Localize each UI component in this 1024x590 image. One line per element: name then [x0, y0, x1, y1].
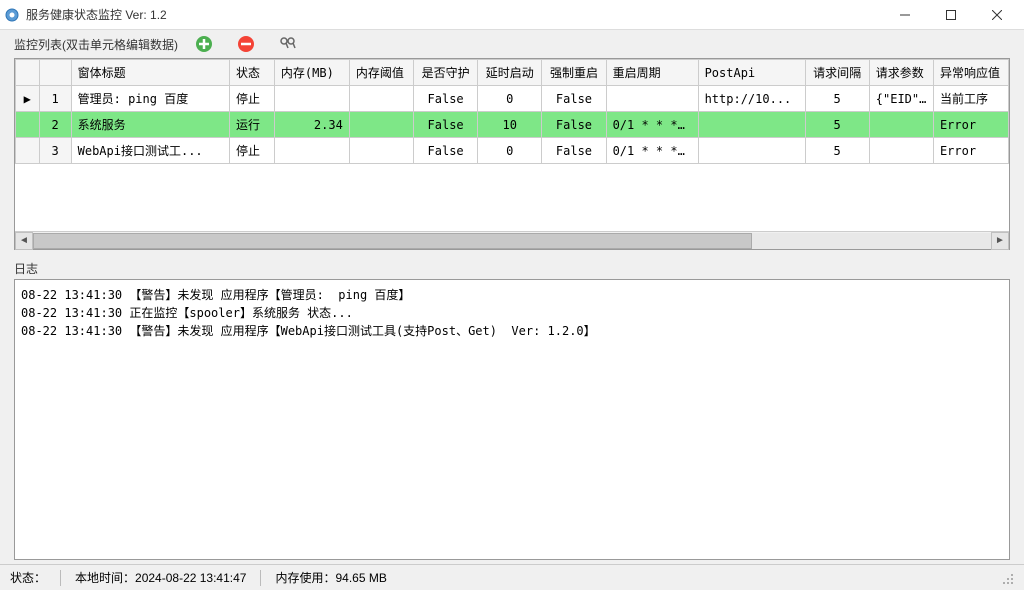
resize-grip[interactable]: [1000, 571, 1014, 585]
local-time: 本地时间：2024-08-22 13:41:47: [75, 569, 246, 586]
cell-post_api[interactable]: [698, 112, 805, 138]
cell-force_restart[interactable]: False: [542, 112, 606, 138]
cell-force_restart[interactable]: False: [542, 138, 606, 164]
cell-delay_start[interactable]: 0: [478, 138, 542, 164]
app-icon: [4, 7, 20, 23]
column-is-guard[interactable]: 是否守护: [414, 60, 478, 86]
close-button[interactable]: [974, 0, 1020, 30]
cell-post_api[interactable]: http://10...: [698, 86, 805, 112]
cell-memory[interactable]: 2.34: [274, 112, 349, 138]
cell-delay_start[interactable]: 10: [478, 112, 542, 138]
log-label: 日志: [14, 258, 1010, 279]
toolbar: 监控列表(双击单元格编辑数据): [0, 30, 1024, 56]
table-row[interactable]: ▶1管理员: ping 百度停止 False0False http://10...5…: [16, 86, 1009, 112]
column-err-response[interactable]: 异常响应值: [933, 60, 1008, 86]
search-button[interactable]: [278, 34, 298, 54]
cell-req_params[interactable]: {"EID"...: [869, 86, 933, 112]
cell-status[interactable]: 运行: [229, 112, 274, 138]
cell-status[interactable]: 停止: [229, 138, 274, 164]
column-memory[interactable]: 内存(MB): [274, 60, 349, 86]
cell-post_api[interactable]: [698, 138, 805, 164]
statusbar-separator: [260, 570, 261, 586]
minimize-button[interactable]: [882, 0, 928, 30]
scroll-right-arrow[interactable]: ►: [991, 232, 1009, 250]
cell-restart_cycle[interactable]: 0/1 * * * *: [606, 112, 698, 138]
row-indicator[interactable]: [16, 138, 40, 164]
column-window-title[interactable]: 窗体标题: [71, 60, 229, 86]
scroll-left-arrow[interactable]: ◄: [15, 232, 33, 250]
column-status[interactable]: 状态: [229, 60, 274, 86]
cell-restart_cycle[interactable]: 0/1 * * * *: [606, 138, 698, 164]
table-row[interactable]: 3WebApi接口测试工...停止False0False0/1 * * * *5…: [16, 138, 1009, 164]
add-button[interactable]: [194, 34, 214, 54]
cell-req_params[interactable]: [869, 138, 933, 164]
cell-req_interval[interactable]: 5: [805, 138, 869, 164]
log-textarea[interactable]: 08-22 13:41:30 【警告】未发现 应用程序【管理员: ping 百度…: [14, 279, 1010, 560]
monitor-table-container: 窗体标题 状态 内存(MB) 内存阈值 是否守护 延时启动 强制重启 重启周期 …: [14, 58, 1010, 250]
cell-req_interval[interactable]: 5: [805, 86, 869, 112]
cell-num[interactable]: 2: [39, 112, 71, 138]
cell-memory[interactable]: [274, 138, 349, 164]
column-indicator: [16, 60, 40, 86]
cell-memory_threshold[interactable]: [349, 86, 413, 112]
cell-memory_threshold[interactable]: [349, 112, 413, 138]
titlebar: 服务健康状态监控 Ver: 1.2: [0, 0, 1024, 30]
column-restart-cycle[interactable]: 重启周期: [606, 60, 698, 86]
statusbar: 状态： 本地时间：2024-08-22 13:41:47 内存使用：94.65 …: [0, 564, 1024, 590]
cell-err_response[interactable]: Error: [933, 112, 1008, 138]
cell-is_guard[interactable]: False: [414, 138, 478, 164]
cell-delay_start[interactable]: 0: [478, 86, 542, 112]
cell-num[interactable]: 3: [39, 138, 71, 164]
cell-status[interactable]: 停止: [229, 86, 274, 112]
cell-req_params[interactable]: [869, 112, 933, 138]
table-header-row: 窗体标题 状态 内存(MB) 内存阈值 是否守护 延时启动 强制重启 重启周期 …: [16, 60, 1009, 86]
cell-num[interactable]: 1: [39, 86, 71, 112]
cell-restart_cycle[interactable]: [606, 86, 698, 112]
cell-is_guard[interactable]: False: [414, 112, 478, 138]
window-title: 服务健康状态监控 Ver: 1.2: [26, 6, 882, 23]
column-req-params[interactable]: 请求参数: [869, 60, 933, 86]
cell-memory[interactable]: [274, 86, 349, 112]
cell-window_title[interactable]: 管理员: ping 百度: [71, 86, 229, 112]
cell-window_title[interactable]: 系统服务: [71, 112, 229, 138]
scroll-thumb[interactable]: [33, 233, 752, 249]
horizontal-scrollbar[interactable]: ◄ ►: [15, 231, 1009, 249]
cell-is_guard[interactable]: False: [414, 86, 478, 112]
statusbar-separator: [60, 570, 61, 586]
cell-err_response[interactable]: 当前工序: [933, 86, 1008, 112]
cell-window_title[interactable]: WebApi接口测试工...: [71, 138, 229, 164]
memory-usage: 内存使用：94.65 MB: [275, 569, 386, 586]
column-delay-start[interactable]: 延时启动: [478, 60, 542, 86]
cell-req_interval[interactable]: 5: [805, 112, 869, 138]
monitor-list-label: 监控列表(双击单元格编辑数据): [14, 36, 178, 53]
column-memory-threshold[interactable]: 内存阈值: [349, 60, 413, 86]
column-post-api[interactable]: PostApi: [698, 60, 805, 86]
remove-button[interactable]: [236, 34, 256, 54]
status-label: 状态：: [10, 569, 46, 586]
column-req-interval[interactable]: 请求间隔: [805, 60, 869, 86]
column-force-restart[interactable]: 强制重启: [542, 60, 606, 86]
maximize-button[interactable]: [928, 0, 974, 30]
log-section: 日志 08-22 13:41:30 【警告】未发现 应用程序【管理员: ping…: [14, 258, 1010, 560]
column-rownum: [39, 60, 71, 86]
cell-err_response[interactable]: Error: [933, 138, 1008, 164]
scroll-track[interactable]: [33, 233, 991, 249]
row-indicator[interactable]: [16, 112, 40, 138]
cell-force_restart[interactable]: False: [542, 86, 606, 112]
monitor-table[interactable]: 窗体标题 状态 内存(MB) 内存阈值 是否守护 延时启动 强制重启 重启周期 …: [15, 59, 1009, 164]
table-row[interactable]: 2系统服务运行2.34False10False0/1 * * * *5Error: [16, 112, 1009, 138]
cell-memory_threshold[interactable]: [349, 138, 413, 164]
row-indicator[interactable]: ▶: [16, 86, 40, 112]
